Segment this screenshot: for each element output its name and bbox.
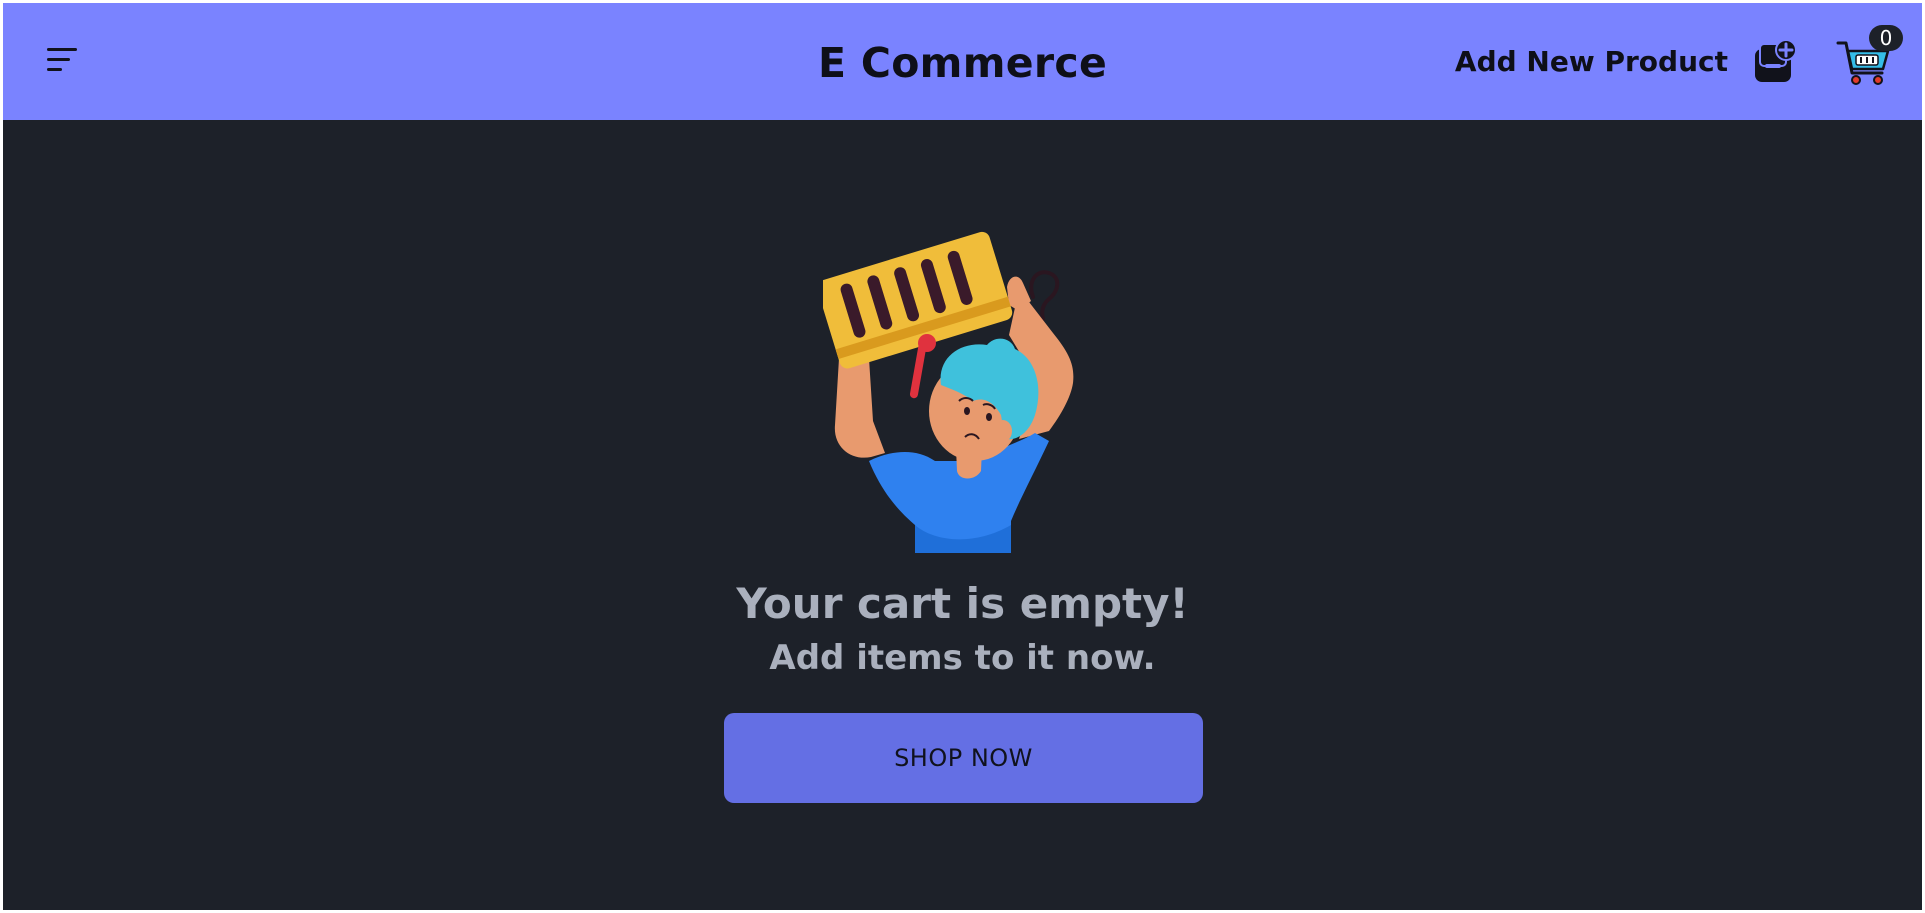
empty-cart-title: Your cart is empty! <box>736 579 1189 628</box>
cart-count-badge: 0 <box>1869 25 1903 51</box>
menu-icon[interactable] <box>47 47 79 73</box>
add-product-icon[interactable] <box>1753 38 1799 84</box>
navbar: E Commerce Add New Product 0 <box>3 3 1922 120</box>
empty-cart-subtitle: Add items to it now. <box>769 638 1156 678</box>
app-frame: E Commerce Add New Product 0 Your cart i… <box>3 3 1922 910</box>
empty-cart-illustration <box>823 231 1074 553</box>
add-new-product-link[interactable]: Add New Product <box>1455 45 1728 78</box>
shop-now-button[interactable]: SHOP NOW <box>724 713 1203 803</box>
